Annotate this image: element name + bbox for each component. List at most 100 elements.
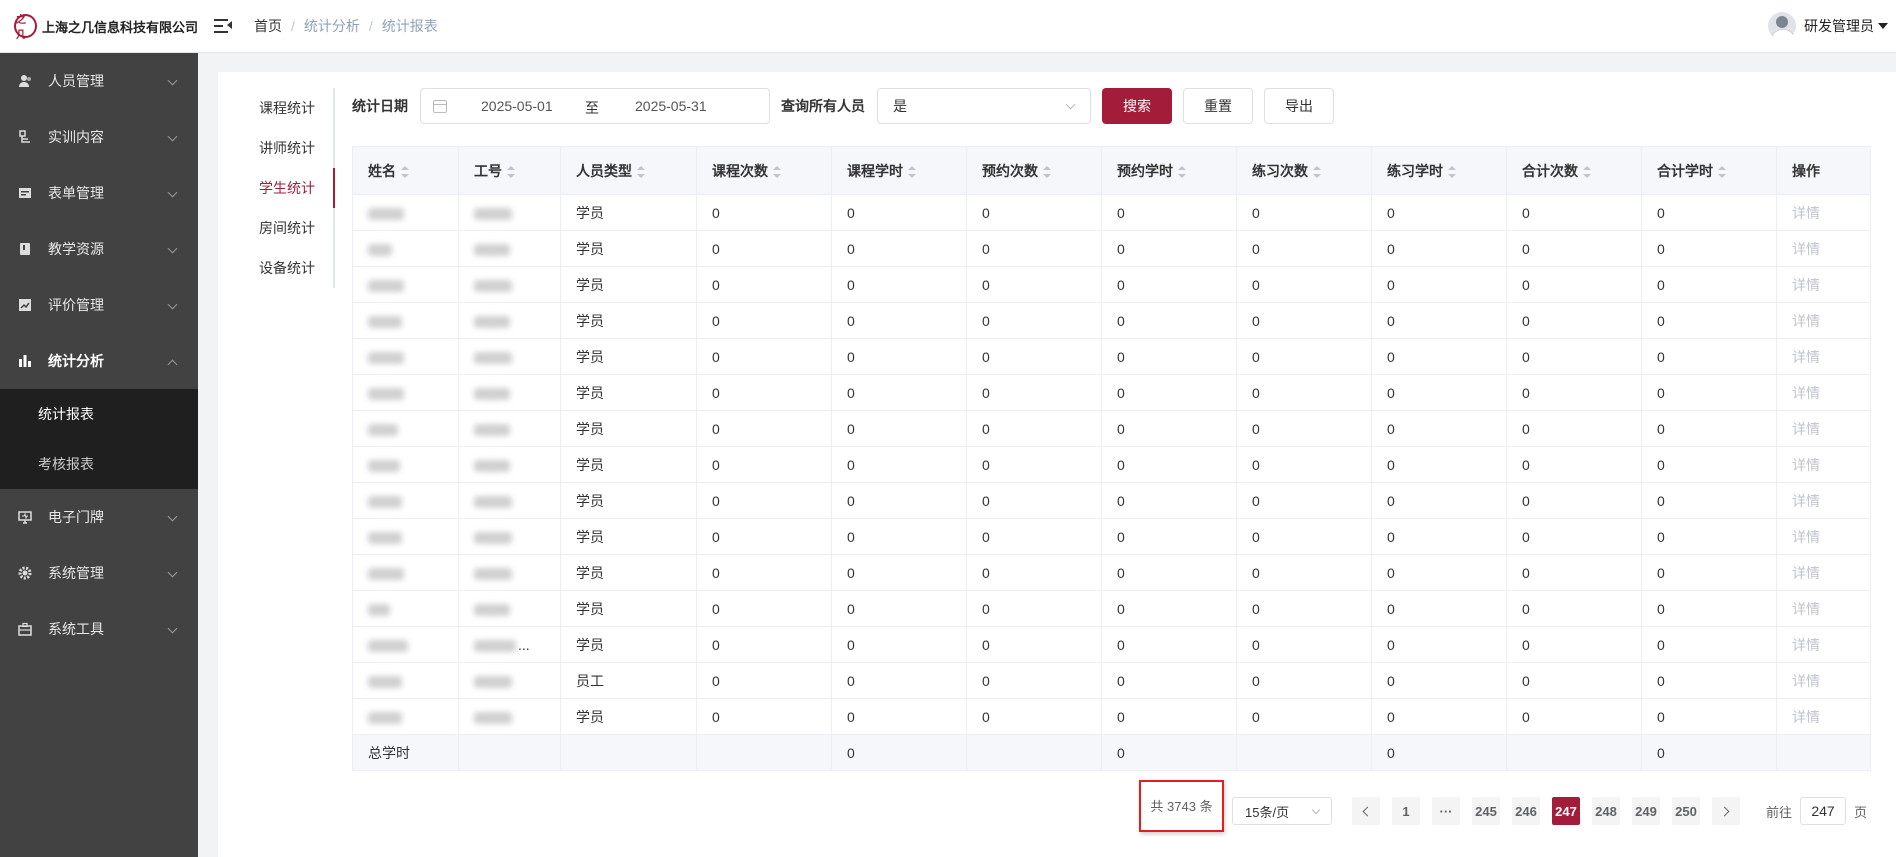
- sort-icon[interactable]: [1448, 165, 1456, 178]
- detail-link[interactable]: 详情: [1792, 421, 1820, 437]
- cell-value: 0: [831, 266, 967, 303]
- toolbox-icon: [18, 622, 32, 636]
- detail-link[interactable]: 详情: [1792, 241, 1820, 257]
- column-header[interactable]: 合计次数: [1506, 146, 1642, 195]
- sidebar-item-evaluation[interactable]: 评价管理: [0, 277, 198, 333]
- export-button[interactable]: 导出: [1264, 88, 1334, 124]
- column-header[interactable]: 练习次数: [1236, 146, 1372, 195]
- column-header[interactable]: 预约次数: [966, 146, 1102, 195]
- detail-link[interactable]: 详情: [1792, 565, 1820, 581]
- detail-link[interactable]: 详情: [1792, 637, 1820, 653]
- cell-value: 0: [1236, 410, 1372, 447]
- sort-icon[interactable]: [773, 165, 781, 178]
- sort-icon[interactable]: [1583, 165, 1591, 178]
- reset-button[interactable]: 重置: [1183, 88, 1253, 124]
- column-header[interactable]: 合计学时: [1641, 146, 1777, 195]
- page-number[interactable]: 249: [1632, 797, 1660, 825]
- search-button[interactable]: 搜索: [1102, 88, 1172, 124]
- cell-value: 0: [831, 698, 967, 735]
- column-header[interactable]: 姓名: [352, 146, 459, 195]
- sort-icon[interactable]: [1043, 165, 1051, 178]
- sort-icon[interactable]: [637, 165, 645, 178]
- page-number[interactable]: 245: [1472, 797, 1500, 825]
- date-range-picker[interactable]: 2025-05-01 至 2025-05-31: [420, 88, 770, 124]
- detail-link[interactable]: 详情: [1792, 277, 1820, 293]
- detail-link[interactable]: 详情: [1792, 457, 1820, 473]
- tab-course-stat[interactable]: 课程统计: [246, 88, 333, 128]
- sidebar-item-personnel[interactable]: 人员管理: [0, 53, 198, 109]
- tab-student-stat[interactable]: 学生统计: [246, 168, 335, 208]
- query-all-select[interactable]: 是: [877, 88, 1091, 124]
- page-number[interactable]: 248: [1592, 797, 1620, 825]
- detail-link[interactable]: 详情: [1792, 601, 1820, 617]
- sort-icon[interactable]: [1718, 165, 1726, 178]
- sidebar-item-training[interactable]: 实训内容: [0, 109, 198, 165]
- cell-value: 0: [1506, 230, 1642, 267]
- next-page-icon[interactable]: [1712, 797, 1740, 825]
- cell-value: 0: [831, 482, 967, 519]
- sort-icon[interactable]: [1313, 165, 1321, 178]
- detail-link[interactable]: 详情: [1792, 349, 1820, 365]
- cell-value: 0: [1371, 338, 1507, 375]
- page-number[interactable]: 1: [1392, 797, 1420, 825]
- goto-page-input[interactable]: 247: [1800, 797, 1847, 825]
- page-number[interactable]: 246: [1512, 797, 1540, 825]
- date-start[interactable]: 2025-05-01: [481, 98, 553, 114]
- sidebar-item-system[interactable]: 系统管理: [0, 545, 198, 601]
- sort-icon[interactable]: [401, 165, 409, 178]
- cell-id: [458, 230, 561, 267]
- page-number[interactable]: 250: [1672, 797, 1700, 825]
- cell-value: 0: [966, 338, 1102, 375]
- page-size-select[interactable]: 15条/页: [1232, 797, 1332, 825]
- page-ellipsis[interactable]: ···: [1432, 797, 1460, 825]
- cell-value: 0: [1371, 194, 1507, 231]
- detail-link[interactable]: 详情: [1792, 673, 1820, 689]
- cell-value: 0: [696, 194, 832, 231]
- cell-value: 0: [1101, 662, 1237, 699]
- tab-device-stat[interactable]: 设备统计: [246, 248, 333, 288]
- table-row: 学员 0 0 0 0 0 0 0 0 详情: [352, 338, 1871, 375]
- breadcrumb-home[interactable]: 首页: [254, 16, 282, 36]
- detail-link[interactable]: 详情: [1792, 493, 1820, 509]
- prev-page-icon[interactable]: [1352, 797, 1380, 825]
- column-header[interactable]: 练习学时: [1371, 146, 1507, 195]
- breadcrumb-stat-analysis[interactable]: 统计分析: [304, 16, 360, 36]
- redacted-id: [474, 603, 510, 616]
- sort-icon[interactable]: [1178, 165, 1186, 178]
- column-header[interactable]: 预约学时: [1101, 146, 1237, 195]
- menu-fold-icon[interactable]: [214, 18, 232, 34]
- sort-icon[interactable]: [908, 165, 916, 178]
- column-header[interactable]: 工号: [458, 146, 561, 195]
- column-header[interactable]: 人员类型: [560, 146, 697, 195]
- user-name[interactable]: 研发管理员: [1804, 16, 1874, 36]
- cell-id: [458, 446, 561, 483]
- cell-actions: 详情: [1776, 518, 1871, 555]
- logo[interactable]: 之几 上海之几信息科技有限公司: [0, 0, 198, 53]
- tab-teacher-stat[interactable]: 讲师统计: [246, 128, 333, 168]
- detail-link[interactable]: 详情: [1792, 529, 1820, 545]
- submenu-item-assessment-report[interactable]: 考核报表: [0, 439, 198, 489]
- user-menu[interactable]: 研发管理员: [1768, 12, 1888, 40]
- date-end[interactable]: 2025-05-31: [635, 98, 707, 114]
- cell-value: 0: [696, 518, 832, 555]
- sidebar-item-label: 实训内容: [48, 129, 104, 145]
- sidebar-item-resources[interactable]: 教学资源: [0, 221, 198, 277]
- page-number[interactable]: 247: [1552, 797, 1580, 825]
- detail-link[interactable]: 详情: [1792, 313, 1820, 329]
- detail-link[interactable]: 详情: [1792, 709, 1820, 725]
- redacted-id: [474, 351, 512, 364]
- sidebar-item-tools[interactable]: 系统工具: [0, 601, 198, 657]
- detail-link[interactable]: 详情: [1792, 385, 1820, 401]
- sidebar-item-statistics[interactable]: 统计分析: [0, 333, 198, 389]
- avatar[interactable]: [1768, 12, 1796, 40]
- column-header[interactable]: 课程次数: [696, 146, 832, 195]
- submenu-item-stat-report[interactable]: 统计报表: [0, 389, 198, 439]
- caret-down-icon[interactable]: [1878, 23, 1888, 29]
- sidebar-item-e-doorplate[interactable]: 电子门牌: [0, 489, 198, 545]
- sidebar-item-forms[interactable]: 表单管理: [0, 165, 198, 221]
- sort-icon[interactable]: [507, 165, 515, 178]
- cell-value: 0: [1506, 626, 1642, 663]
- column-header[interactable]: 课程学时: [831, 146, 967, 195]
- tab-room-stat[interactable]: 房间统计: [246, 208, 333, 248]
- detail-link[interactable]: 详情: [1792, 205, 1820, 221]
